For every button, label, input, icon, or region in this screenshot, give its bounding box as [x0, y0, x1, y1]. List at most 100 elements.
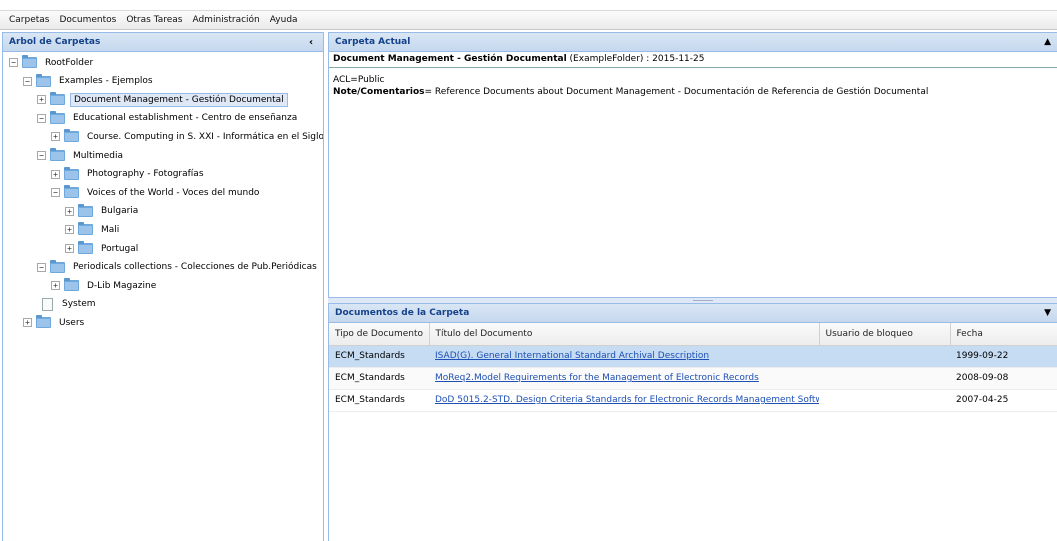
folder-acl: ACL=Public: [333, 75, 385, 85]
cell-type: ECM_Standards: [329, 389, 429, 412]
cell-type: ECM_Standards: [329, 345, 429, 368]
tree-node[interactable]: + Bulgaria: [65, 203, 141, 220]
tree-node-label[interactable]: Course. Computing in S. XXI - Informátic…: [84, 131, 323, 143]
tree-node-label[interactable]: RootFolder: [42, 57, 96, 69]
collapse-node-icon[interactable]: −: [37, 113, 46, 123]
tree-node-label[interactable]: Portugal: [98, 243, 141, 255]
folder-icon: [64, 278, 79, 292]
expand-node-icon[interactable]: +: [65, 206, 74, 216]
column-header-type[interactable]: Tipo de Documento: [329, 323, 430, 346]
folder-icon: [36, 73, 51, 87]
menu-documentos[interactable]: Documentos: [54, 15, 121, 25]
cell-lock-user: [819, 389, 950, 412]
folder-icon: [64, 166, 79, 180]
expand-node-icon[interactable]: +: [65, 225, 74, 235]
tree-node[interactable]: + Users: [23, 314, 87, 331]
tree-node-label[interactable]: Photography - Fotografías: [84, 168, 207, 180]
folder-detail: (ExampleFolder) : 2015-11-25: [566, 54, 705, 64]
menu-otras-tareas[interactable]: Otras Tareas: [121, 15, 187, 25]
cell-title: ISAD(G). General International Standard …: [429, 345, 819, 368]
expand-node-icon[interactable]: +: [51, 281, 60, 291]
folder-note-label: Note/Comentarios: [333, 87, 425, 97]
tree-node[interactable]: − RootFolder: [9, 54, 96, 71]
tree-node[interactable]: − Multimedia: [37, 147, 126, 164]
menu-carpetas[interactable]: Carpetas: [4, 15, 54, 25]
folder-icon: [78, 222, 93, 236]
tree-node-label[interactable]: Bulgaria: [98, 205, 141, 217]
tree-node[interactable]: − Examples - Ejemplos: [23, 73, 156, 90]
tree-node-label[interactable]: D-Lib Magazine: [84, 280, 159, 292]
expand-node-icon[interactable]: +: [37, 95, 46, 105]
tree-node[interactable]: − Periodicals collections - Colecciones d…: [37, 259, 320, 276]
folder-icon: [78, 241, 93, 254]
documents-panel: Documentos de la Carpeta ▼ Tipo de Docum…: [328, 303, 1057, 541]
tree-node[interactable]: + Photography - Fotografías: [51, 166, 207, 183]
tree-node-label[interactable]: Document Management - Gestión Documental: [70, 92, 288, 107]
table-row[interactable]: ECM_Standards MoReq2.Model Requirements f…: [329, 367, 1057, 390]
tree-node-label[interactable]: Users: [56, 317, 87, 329]
tree-node[interactable]: + Mali: [65, 221, 122, 238]
documents-header: Documentos de la Carpeta ▼: [329, 304, 1057, 323]
tree-node-label[interactable]: System: [59, 298, 99, 310]
tree-node[interactable]: + D-Lib Magazine: [51, 277, 159, 294]
tree-line-icon: [27, 300, 36, 309]
expand-node-icon[interactable]: +: [51, 132, 60, 142]
folder-info-body: ACL=Public Note/Comentarios= Reference D…: [329, 68, 1057, 104]
current-folder-panel: Carpeta Actual ▲ Document Management - G…: [328, 32, 1057, 298]
folder-icon: [50, 148, 65, 161]
current-folder-header: Carpeta Actual ▲: [329, 33, 1057, 52]
collapse-node-icon[interactable]: −: [23, 76, 32, 86]
cell-type: ECM_Standards: [329, 367, 429, 390]
table-row[interactable]: ECM_Standards DoD 5015.2-STD. Design Crit…: [329, 389, 1057, 412]
tree-node-label[interactable]: Voices of the World - Voces del mundo: [84, 187, 262, 199]
chevron-left-icon[interactable]: ‹: [305, 37, 317, 48]
tree-node[interactable]: System: [27, 296, 99, 313]
document-link[interactable]: ISAD(G). General International Standard …: [435, 351, 709, 361]
collapse-node-icon[interactable]: −: [9, 58, 18, 67]
folder-tree-panel: Arbol de Carpetas ‹ − RootFolder − Examples…: [2, 32, 324, 541]
collapse-node-icon[interactable]: −: [37, 262, 46, 272]
collapse-node-icon[interactable]: −: [37, 151, 46, 160]
table-row[interactable]: ECM_Standards ISAD(G). General Internatio…: [329, 345, 1057, 368]
folder-note-text: = Reference Documents about Document Man…: [424, 87, 929, 97]
collapse-down-icon[interactable]: ▼: [1044, 308, 1051, 318]
collapse-node-icon[interactable]: −: [51, 188, 60, 198]
menu-administracion[interactable]: Administración: [187, 15, 264, 25]
tree-node-label[interactable]: Mali: [98, 224, 122, 236]
folder-icon: [78, 203, 93, 217]
expand-node-icon[interactable]: +: [51, 169, 60, 179]
folder-info-title: Document Management - Gestión Documental…: [329, 52, 1057, 68]
menu-ayuda[interactable]: Ayuda: [265, 15, 303, 25]
column-header-title[interactable]: Título del Documento: [429, 323, 820, 346]
tree-node-label[interactable]: Educational establishment - Centro de en…: [70, 112, 300, 124]
folder-icon: [50, 259, 65, 273]
folder-icon: [50, 92, 65, 106]
cell-title: MoReq2.Model Requirements for the Manage…: [429, 367, 819, 390]
menu-bar: Carpetas Documentos Otras Tareas Adminis…: [0, 10, 1057, 30]
expand-node-icon[interactable]: +: [65, 244, 74, 253]
tree-node[interactable]: − Voices of the World - Voces del mundo: [51, 184, 262, 201]
tree-node[interactable]: + Course. Computing in S. XXI - Informáti…: [51, 128, 323, 145]
folder-icon: [36, 315, 51, 329]
folder-name: Document Management - Gestión Documental: [333, 54, 567, 64]
expand-node-icon[interactable]: +: [23, 318, 32, 328]
top-gap: [0, 0, 1057, 10]
folder-note: Note/Comentarios= Reference Documents ab…: [333, 86, 1053, 98]
folder-icon: [64, 129, 79, 143]
tree-node[interactable]: + Document Management - Gestión Documenta…: [37, 91, 288, 108]
collapse-up-icon[interactable]: ▲: [1044, 37, 1051, 47]
document-link[interactable]: MoReq2.Model Requirements for the Manage…: [435, 373, 759, 383]
tree-node-label[interactable]: Examples - Ejemplos: [56, 75, 156, 87]
folder-tree-header: Arbol de Carpetas ‹: [3, 33, 323, 52]
tree-node[interactable]: − Educational establishment - Centro de e…: [37, 110, 300, 127]
tree-node-label[interactable]: Periodicals collections - Colecciones de…: [70, 261, 320, 273]
folder-tree-title: Arbol de Carpetas: [9, 37, 101, 47]
document-link[interactable]: DoD 5015.2-STD. Design Criteria Standard…: [435, 395, 819, 405]
documents-header-row: Tipo de Documento Título del Documento U…: [329, 323, 1057, 346]
tree-node-label[interactable]: Multimedia: [70, 150, 126, 162]
cell-date: 2008-09-08: [950, 367, 1057, 390]
column-header-date[interactable]: Fecha: [950, 323, 1057, 346]
column-header-lock-user[interactable]: Usuario de bloqueo: [819, 323, 951, 346]
tree-node[interactable]: + Portugal: [65, 240, 141, 257]
current-folder-title: Carpeta Actual: [335, 37, 411, 47]
